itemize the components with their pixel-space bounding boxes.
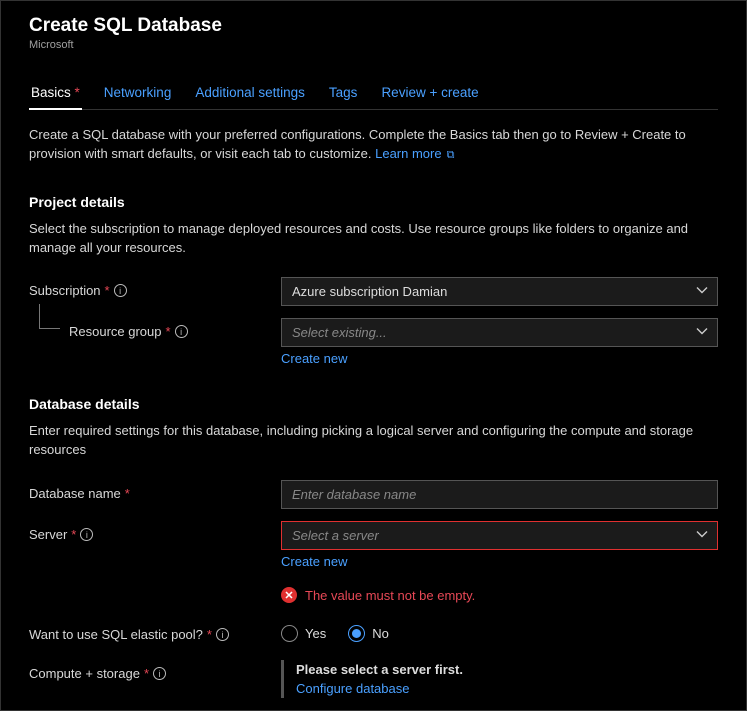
server-label-text: Server: [29, 527, 67, 542]
error-icon: ✕: [281, 587, 297, 603]
subscription-label-text: Subscription: [29, 283, 101, 298]
tab-review-create[interactable]: Review + create: [379, 79, 480, 110]
server-label: Server * i: [29, 521, 281, 542]
database-name-label: Database name *: [29, 480, 281, 501]
configure-database-link[interactable]: Configure database: [296, 681, 409, 696]
intro-text: Create a SQL database with your preferre…: [29, 126, 718, 164]
database-details-heading: Database details: [29, 396, 718, 412]
database-name-input[interactable]: [281, 480, 718, 509]
compute-storage-info: Please select a server first. Configure …: [281, 660, 718, 698]
learn-more-link[interactable]: Learn more ⧉: [375, 146, 454, 161]
page-title: Create SQL Database: [29, 15, 718, 37]
required-asterisk: *: [75, 85, 80, 100]
info-icon[interactable]: i: [114, 284, 127, 297]
subscription-label: Subscription * i: [29, 277, 281, 298]
project-details-desc: Select the subscription to manage deploy…: [29, 220, 718, 258]
server-create-new-link[interactable]: Create new: [281, 554, 347, 569]
info-icon[interactable]: i: [153, 667, 166, 680]
tab-basics[interactable]: Basics *: [29, 79, 82, 110]
project-details-heading: Project details: [29, 194, 718, 210]
required-asterisk: *: [71, 527, 76, 542]
tabs-bar: Basics * Networking Additional settings …: [29, 79, 718, 110]
radio-label: No: [372, 626, 389, 641]
learn-more-label: Learn more: [375, 146, 441, 161]
server-select[interactable]: Select a server: [281, 521, 718, 550]
compute-storage-message: Please select a server first.: [296, 662, 718, 677]
subscription-select[interactable]: Azure subscription Damian: [281, 277, 718, 306]
tab-tags[interactable]: Tags: [327, 79, 360, 110]
radio-icon: [281, 625, 298, 642]
tab-label: Basics: [31, 85, 71, 100]
intro-body: Create a SQL database with your preferre…: [29, 127, 686, 161]
required-asterisk: *: [125, 486, 130, 501]
elastic-pool-radio-group: Yes No: [281, 621, 718, 642]
info-icon[interactable]: i: [175, 325, 188, 338]
radio-label: Yes: [305, 626, 326, 641]
radio-icon: [348, 625, 365, 642]
tab-networking[interactable]: Networking: [102, 79, 174, 110]
resource-group-create-new-link[interactable]: Create new: [281, 351, 347, 366]
external-link-icon: ⧉: [444, 149, 455, 161]
required-asterisk: *: [166, 324, 171, 339]
tab-additional-settings[interactable]: Additional settings: [193, 79, 307, 110]
resource-group-select[interactable]: Select existing...: [281, 318, 718, 347]
info-icon[interactable]: i: [80, 528, 93, 541]
elastic-pool-label: Want to use SQL elastic pool? * i: [29, 621, 281, 642]
compute-storage-label: Compute + storage * i: [29, 660, 281, 681]
required-asterisk: *: [105, 283, 110, 298]
server-error-message: ✕ The value must not be empty.: [281, 587, 718, 603]
compute-storage-label-text: Compute + storage: [29, 666, 140, 681]
resource-group-label: Resource group * i: [29, 318, 281, 339]
database-name-label-text: Database name: [29, 486, 121, 501]
resource-group-label-text: Resource group: [69, 324, 162, 339]
database-details-desc: Enter required settings for this databas…: [29, 422, 718, 460]
page-subtitle: Microsoft: [29, 39, 718, 51]
error-text: The value must not be empty.: [305, 588, 475, 603]
info-icon[interactable]: i: [216, 628, 229, 641]
elastic-pool-no-radio[interactable]: No: [348, 625, 389, 642]
required-asterisk: *: [207, 627, 212, 642]
elastic-pool-label-text: Want to use SQL elastic pool?: [29, 627, 203, 642]
elastic-pool-yes-radio[interactable]: Yes: [281, 625, 326, 642]
required-asterisk: *: [144, 666, 149, 681]
